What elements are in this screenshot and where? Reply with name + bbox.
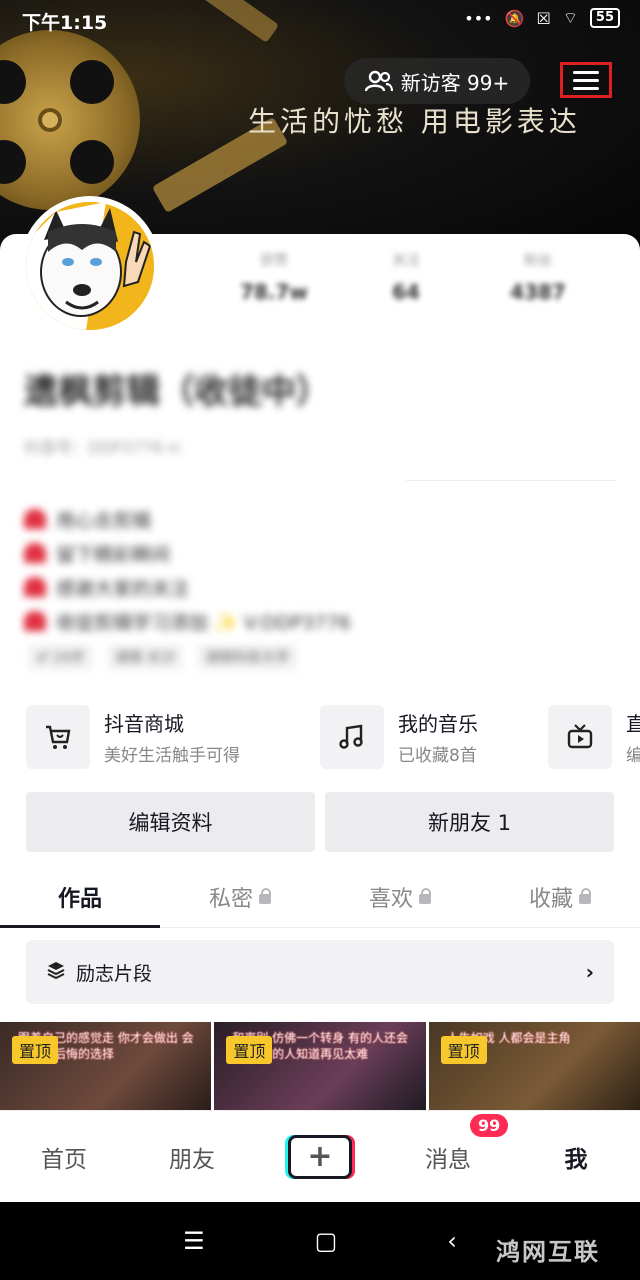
watermark-text: 鸿网互联: [496, 1238, 600, 1266]
video-thumbnail[interactable]: 置顶 跟着自己的感觉走 你才会做出 会让自己后悔的选择: [0, 1022, 212, 1110]
heart-icon: [24, 611, 46, 631]
wifi-icon: ⌔: [562, 8, 578, 27]
collection-label: 励志片段: [76, 962, 153, 985]
video-thumbnail[interactable]: 置顶 和离别 仿佛一个转身 有的人还会回来 有的人知道再见太难: [214, 1022, 426, 1110]
service-mall[interactable]: 抖音商城 美好生活触手可得: [26, 704, 240, 770]
plus-icon: +: [288, 1134, 352, 1179]
avatar[interactable]: [20, 196, 160, 336]
heart-icon: [24, 577, 46, 597]
service-title: 直: [626, 712, 640, 736]
tab-likes[interactable]: 喜欢: [320, 866, 480, 927]
tab-private[interactable]: 私密: [160, 866, 320, 927]
pinned-badge: 置顶: [226, 1036, 273, 1064]
nav-messages[interactable]: 消息 99: [384, 1113, 512, 1174]
film-reel-decoration: [0, 30, 140, 210]
stat-likes[interactable]: 获赞 78.7w: [208, 244, 340, 314]
messages-badge: 99: [470, 1113, 509, 1137]
douyin-id[interactable]: 抖音号：DDP3776 ⧉: [24, 434, 180, 458]
lock-icon: [259, 887, 271, 904]
chevron-right-icon: ›: [585, 960, 594, 984]
new-visitors-button[interactable]: 新访客 99+: [344, 58, 530, 104]
mute-bell-icon: 🔕: [504, 8, 525, 28]
new-visitors-label: 新访客 99+: [400, 70, 510, 95]
banner-slogan: 生活的忧愁 用电影表达: [248, 105, 581, 138]
nickname: 遗枫剪辑（收徒中）: [24, 372, 330, 412]
recent-apps-icon[interactable]: ☰: [183, 1227, 205, 1255]
sim-off-icon: ☒: [536, 8, 551, 28]
nav-messages-label: 消息: [425, 1146, 471, 1173]
battery-icon: 55: [589, 8, 620, 28]
more-dots-icon: •••: [464, 8, 493, 28]
profile-card: 获赞 78.7w 关注 64 粉丝 4387 遗枫剪辑（收徒中） 抖音号：DDP377…: [0, 234, 640, 1110]
menu-icon: [573, 70, 599, 74]
nav-home[interactable]: 首页: [0, 1140, 128, 1174]
video-grid: 置顶 跟着自己的感觉走 你才会做出 会让自己后悔的选择 置顶 和离别 仿佛一个转…: [0, 1022, 640, 1110]
pinned-badge: 置顶: [440, 1036, 487, 1064]
services-row: 抖音商城 美好生活触手可得 我的音乐 已收藏8首 直 编: [26, 704, 640, 774]
home-icon[interactable]: ▢: [315, 1227, 338, 1255]
edit-profile-button[interactable]: 编辑资料: [26, 792, 315, 852]
nav-create[interactable]: +: [256, 1134, 384, 1179]
new-friends-button[interactable]: 新朋友 1: [325, 792, 614, 852]
husky-avatar-image: [26, 202, 154, 330]
cart-icon: [26, 705, 90, 769]
stat-following[interactable]: 关注 64: [340, 244, 472, 314]
service-subtitle: 美好生活触手可得: [104, 746, 240, 766]
status-time: 下午1:15: [22, 12, 108, 34]
profile-stats: 获赞 78.7w 关注 64 粉丝 4387: [208, 244, 604, 314]
pinned-badge: 置顶: [12, 1036, 59, 1064]
service-subtitle: 已收藏8首: [398, 746, 477, 766]
profile-tags: ♂ 24岁 湖南 长沙 湖南科技大学: [28, 644, 298, 670]
nav-friends[interactable]: 朋友: [128, 1140, 256, 1174]
layers-icon: [46, 960, 66, 985]
back-icon[interactable]: ‹: [447, 1227, 457, 1255]
tv-icon: [548, 705, 612, 769]
lock-icon: [579, 887, 591, 904]
heart-icon: [24, 543, 46, 563]
service-title: 抖音商城: [104, 712, 184, 736]
service-live[interactable]: 直 编: [548, 704, 640, 770]
tab-favorites[interactable]: 收藏: [480, 866, 640, 927]
content-tabs: 作品 私密 喜欢 收藏: [0, 866, 640, 928]
tab-works[interactable]: 作品: [0, 866, 160, 928]
profile-bio: 用心去剪辑 留下精彩瞬间 感谢大家的关注 收徒剪辑学习添加 ✨ V:DDP377…: [24, 502, 351, 638]
visitors-icon: [364, 70, 393, 92]
music-note-icon: [320, 705, 384, 769]
hamburger-menu-button[interactable]: [560, 62, 612, 98]
lock-icon: [419, 887, 431, 904]
status-bar: 下午1:15 ••• 🔕 ☒ ⌔ 55: [0, 0, 640, 40]
service-music[interactable]: 我的音乐 已收藏8首: [320, 704, 478, 770]
nav-me[interactable]: 我: [512, 1140, 640, 1174]
stat-followers[interactable]: 粉丝 4387: [472, 244, 604, 314]
divider: [406, 480, 616, 481]
collection-row[interactable]: 励志片段 ›: [26, 940, 614, 1004]
service-subtitle: 编: [626, 746, 640, 766]
heart-icon: [24, 509, 46, 529]
status-icons: ••• 🔕 ☒ ⌔ 55: [464, 8, 620, 28]
bottom-nav: 首页 朋友 + 消息 99 我: [0, 1110, 640, 1202]
video-thumbnail[interactable]: 置顶 人生如戏 人都会是主角: [428, 1022, 640, 1110]
service-title: 我的音乐: [398, 712, 478, 736]
profile-action-buttons: 编辑资料 新朋友 1: [26, 792, 614, 852]
